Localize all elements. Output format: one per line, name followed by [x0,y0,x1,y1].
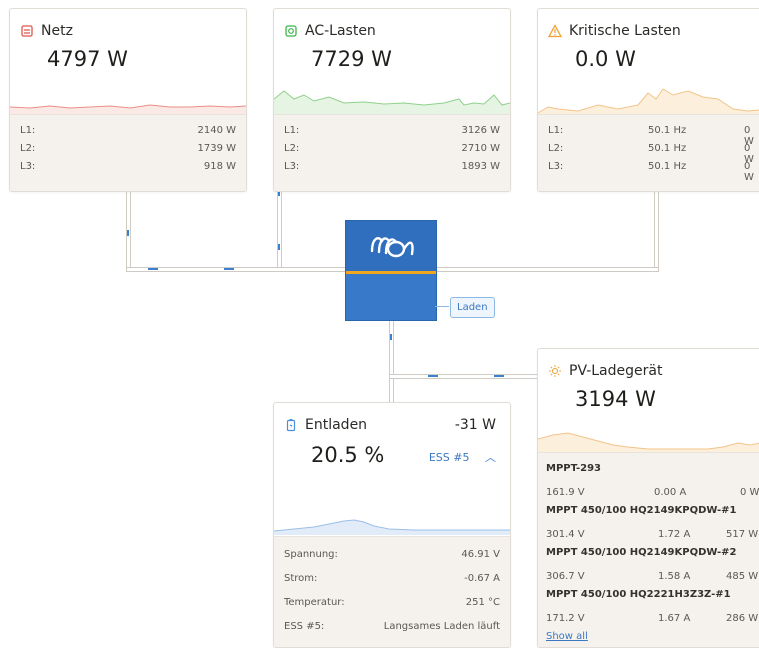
detail-row: Spannung: 46.91 V [284,549,500,560]
critical-loads-card[interactable]: Kritische Lasten 0.0 W L1: 50.1 Hz 0 W L2:… [537,8,759,192]
pv-sparkline [538,432,759,453]
grid-meter-icon [20,24,34,38]
critical-loads-phases: L1: 50.1 Hz 0 W L2: 50.1 Hz 0 W L3: 50.1 Hz 0 … [538,114,759,191]
flow-dot [278,244,280,250]
grid-card[interactable]: Netz 4797 W L1: 2140 W L2: 1739 W L3: 918 W [9,8,247,192]
sun-icon [548,364,562,378]
critical-loads-power: 0.0 W [575,47,636,71]
wire-ac-vertical [277,190,282,272]
flow-dot [494,375,504,377]
wire-crit-vertical [654,190,659,272]
ac-loads-header: AC-Lasten [284,23,376,39]
grid-power: 4797 W [47,47,128,71]
battery-selector-label: ESS #5 [428,451,470,464]
flow-dot [428,375,438,377]
battery-soc: 20.5 % [311,443,385,467]
phase-row: L1: 2140 W [20,125,236,136]
phase-row: L1: 3126 W [284,125,500,136]
mppt-name: MPPT-293 [546,463,601,474]
phase-row: L3: 918 W [20,161,236,172]
detail-row: Temperatur: 251 °C [284,597,500,608]
flow-dot [390,334,392,340]
ac-loads-phases: L1: 3126 W L2: 2710 W L3: 1893 W [274,114,510,191]
victron-logo [346,221,436,271]
charge-state-badge: Laden [450,297,495,318]
mppt-row: 301.4 V 1.72 A 517 W [546,529,759,540]
battery-details: Spannung: 46.91 V Strom: -0.67 A Temperatu… [274,536,510,647]
mppt-row: 306.7 V 1.58 A 485 W [546,571,759,582]
grid-header: Netz [20,23,73,39]
chevron-up-icon: ︿ [485,451,496,464]
ac-plug-icon [284,24,298,38]
battery-card[interactable]: Entladen -31 W 20.5 % ESS #5 ︿ Spannung:… [273,402,511,648]
mppt-name: MPPT 450/100 HQ2149KPQDW-#2 [546,547,737,558]
phase-row: L2: 50.1 Hz 0 W [548,143,754,165]
flow-dot [224,268,234,270]
grid-sparkline [10,104,246,115]
laden-connector [435,306,449,308]
battery-header: Entladen [284,417,367,433]
logo-stripe [346,271,436,274]
flow-dot [127,230,129,236]
critical-loads-sparkline [538,88,759,115]
ac-loads-power: 7729 W [311,47,392,71]
battery-selector[interactable]: ESS #5 ︿ [429,449,496,465]
pv-header: PV-Ladegerät [548,363,662,379]
show-all-link[interactable]: Show all [546,631,588,642]
detail-row: ESS #5: Langsames Laden läuft [284,621,500,632]
phase-row: L2: 2710 W [284,143,500,154]
grid-phases: L1: 2140 W L2: 1739 W L3: 918 W [10,114,246,191]
phase-row: L2: 1739 W [20,143,236,154]
flow-dot [148,268,158,270]
phase-row: L1: 50.1 Hz 0 W [548,125,754,147]
battery-icon [284,418,298,432]
critical-loads-header: Kritische Lasten [547,23,681,39]
detail-row: Strom: -0.67 A [284,573,500,584]
warning-triangle-icon [547,24,563,38]
battery-power: -31 W [454,417,496,433]
mppt-row: 161.9 V 0.00 A0 W [546,487,759,498]
wire-left-horizontal [126,267,350,272]
wire-down-vertical [389,319,394,405]
critical-loads-title: Kritische Lasten [569,23,681,39]
wire-pv-horizontal [389,374,541,379]
pv-charger-card[interactable]: PV-Ladegerät 3194 W MPPT-293 161.9 V 0.00… [537,348,759,648]
pv-title: PV-Ladegerät [569,363,663,379]
mppt-name: MPPT 450/100 HQ2149KPQDW-#1 [546,505,737,516]
battery-title: Entladen [305,417,368,433]
pv-power: 3194 W [575,387,656,411]
mppt-name: MPPT 450/100 HQ2221H3Z3Z-#1 [546,589,731,600]
phase-row: L3: 50.1 Hz 0 W [548,161,754,183]
ac-loads-card[interactable]: AC-Lasten 7729 W L1: 3126 W L2: 2710 W L3:… [273,8,511,192]
mppt-row: 171.2 V 1.67 A 286 W [546,613,759,624]
grid-title: Netz [41,23,73,39]
battery-sparkline [274,519,510,535]
ac-loads-title: AC-Lasten [305,23,376,39]
ac-loads-sparkline [274,90,510,115]
wire-right-horizontal [434,267,659,272]
phase-row: L3: 1893 W [284,161,500,172]
pv-chargers-list: MPPT-293 161.9 V 0.00 A0 W MPPT 450/100 H… [538,452,759,647]
inverter-box[interactable] [345,220,437,321]
